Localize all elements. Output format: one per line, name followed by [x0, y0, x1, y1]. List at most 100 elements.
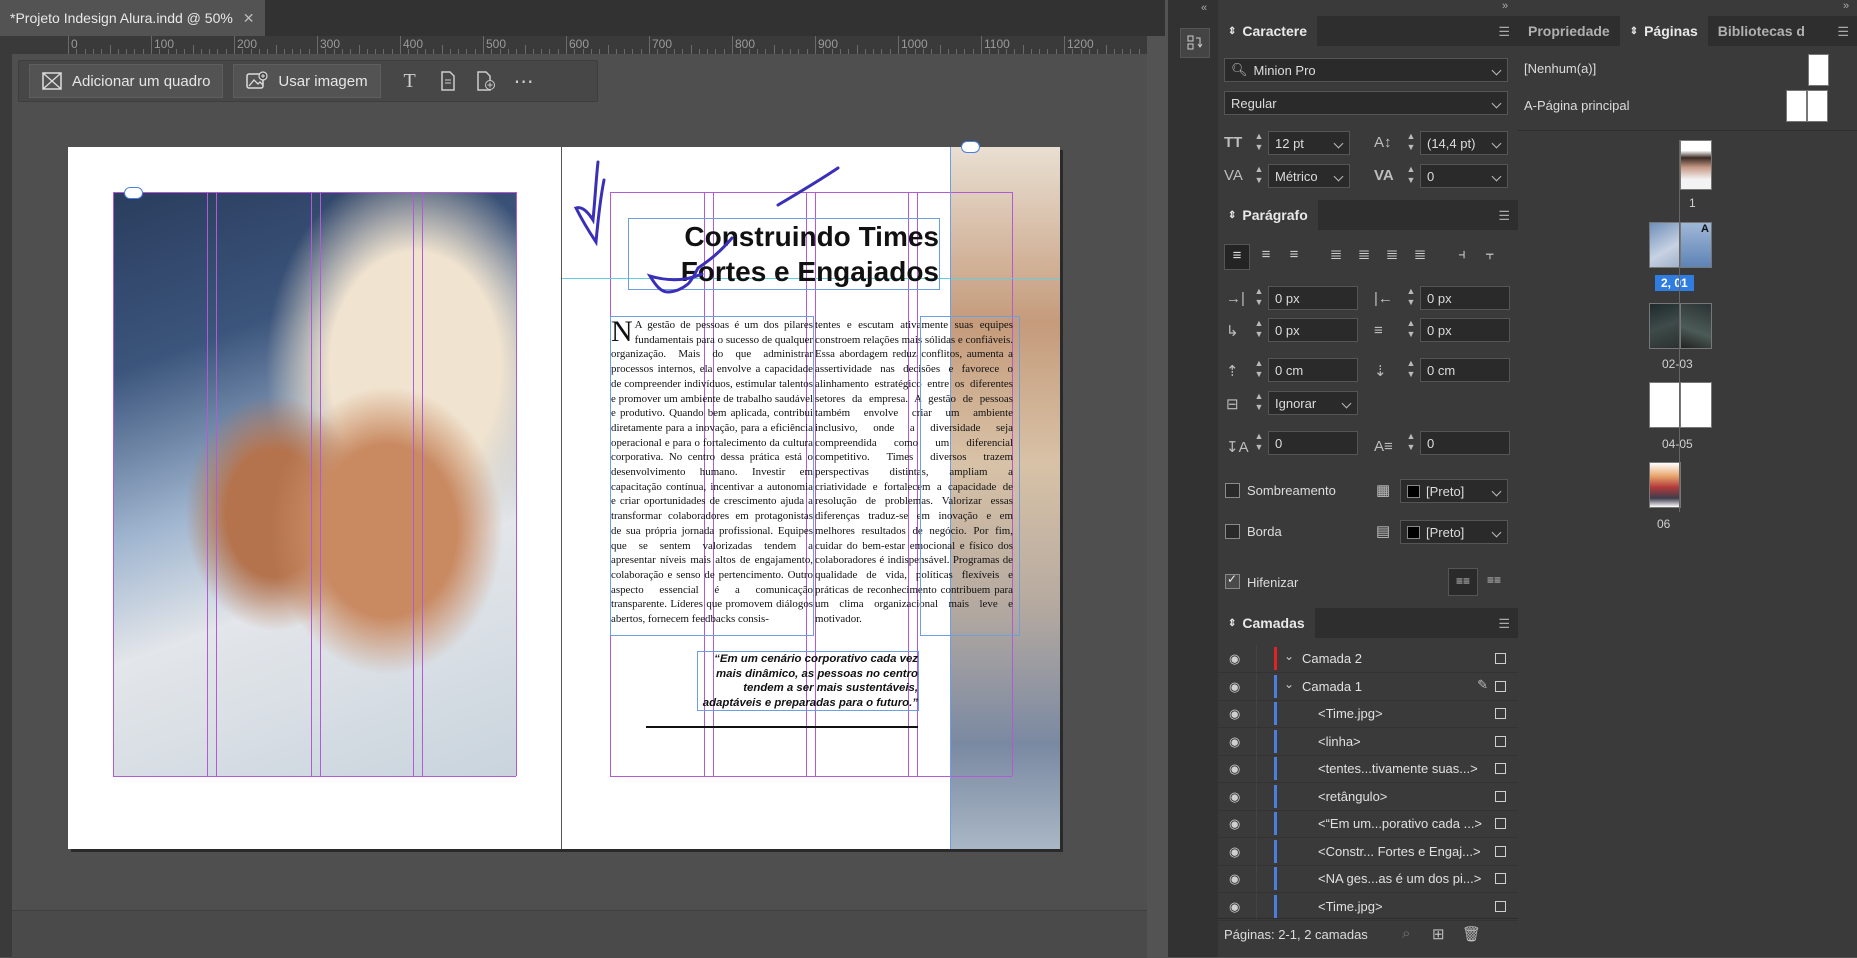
justify-all-icon[interactable]: ≣	[1408, 244, 1432, 268]
panel-menu-icon[interactable]: ☰	[1498, 24, 1510, 40]
page-03-thumb[interactable]	[1680, 303, 1712, 349]
layer-select-square[interactable]	[1495, 845, 1506, 857]
space-after-field[interactable]: 0 cm	[1420, 358, 1510, 382]
layer-select-square[interactable]	[1495, 873, 1506, 884]
camadas-tab[interactable]: ⇕ Camadas	[1218, 608, 1315, 638]
paragrafo-panel-header[interactable]: ⇕ Parágrafo ☰	[1218, 200, 1518, 230]
shading-color-field[interactable]: [Preto]	[1400, 479, 1508, 503]
tab-propriedades[interactable]: Propriedade	[1518, 16, 1620, 46]
vertical-ruler[interactable]	[0, 54, 12, 957]
shading-checkbox[interactable]	[1225, 483, 1240, 498]
camadas-panel-header[interactable]: ⇕ Camadas ☰	[1218, 608, 1518, 638]
drop-cap-chars-field[interactable]: 0	[1420, 431, 1510, 455]
add-page-icon[interactable]	[471, 66, 501, 96]
tab-bibliotecas[interactable]: Bibliotecas d	[1708, 16, 1815, 46]
layer-select-square[interactable]	[1495, 790, 1506, 802]
border-settings-icon[interactable]: ▤	[1376, 522, 1390, 540]
text-tool-icon[interactable]: T	[395, 66, 425, 96]
none-master-thumb[interactable]	[1808, 54, 1829, 86]
caractere-tab[interactable]: ⇕ Caractere	[1218, 16, 1317, 46]
page-04-thumb[interactable]	[1649, 382, 1681, 428]
kerning-stepper[interactable]: ▲ ▼	[1252, 164, 1266, 188]
layer-row[interactable]: ◉ <“Em um...porativo cada ...>	[1218, 810, 1518, 838]
paragraph-composer-icon[interactable]: ≡≡	[1480, 568, 1508, 594]
space-before-stepper[interactable]: ▲ ▼	[1252, 358, 1266, 382]
layer-select-square[interactable]	[1495, 900, 1506, 912]
panel-menu-icon[interactable]: ☰	[1498, 616, 1510, 632]
justify-left-icon[interactable]: ≣	[1324, 244, 1348, 268]
layer-row[interactable]: ◉ ⌄ Camada 1 ✎	[1218, 672, 1518, 701]
visibility-eye-icon[interactable]: ◉	[1229, 734, 1240, 750]
lock-toggle-area[interactable]	[1256, 672, 1257, 700]
lock-toggle-area[interactable]	[1256, 865, 1257, 892]
layer-row[interactable]: ◉ <Time.jpg>	[1218, 700, 1518, 728]
drop-cap-chars-stepper[interactable]: ▲ ▼	[1404, 431, 1418, 455]
first-line-indent-field[interactable]: 0 px	[1268, 318, 1358, 342]
tracking-stepper[interactable]: ▲ ▼	[1404, 164, 1418, 188]
collapse-dock-icon[interactable]: «	[1201, 2, 1207, 14]
tracking-field[interactable]: 0	[1420, 164, 1508, 188]
visibility-eye-icon[interactable]: ◉	[1229, 761, 1240, 777]
drop-cap-lines-field[interactable]: 0	[1268, 431, 1358, 455]
align-center-icon[interactable]: ≡	[1254, 244, 1278, 268]
left-indent-stepper[interactable]: ▲ ▼	[1252, 286, 1266, 310]
lock-toggle-area[interactable]	[1256, 727, 1257, 755]
page-02-thumb[interactable]	[1649, 303, 1681, 349]
font-size-field[interactable]: 12 pt	[1268, 131, 1350, 155]
visibility-eye-icon[interactable]: ◉	[1229, 899, 1240, 915]
page-icon[interactable]	[433, 66, 463, 96]
close-tab-icon[interactable]: ✕	[243, 10, 255, 27]
first-line-indent-stepper[interactable]: ▲ ▼	[1252, 318, 1266, 342]
visibility-eye-icon[interactable]: ◉	[1229, 789, 1240, 805]
layer-row[interactable]: ◉ <tentes...tivamente suas...>	[1218, 755, 1518, 783]
layer-select-square[interactable]	[1495, 680, 1506, 692]
align-to-grid-stepper[interactable]: ▲ ▼	[1252, 391, 1266, 415]
master-thumb-right[interactable]	[1807, 90, 1828, 122]
layer-row[interactable]: ◉ ⌄ Camada 2	[1218, 645, 1518, 673]
layer-select-square[interactable]	[1495, 708, 1506, 719]
page-1-thumb[interactable]	[1680, 140, 1712, 190]
swap-panel-icon[interactable]	[1180, 28, 1210, 58]
font-family-field[interactable]: 🔍︎ Minion Pro	[1224, 58, 1508, 82]
none-master-label[interactable]: [Nenhum(a)]	[1524, 61, 1596, 76]
panel-menu-icon[interactable]: ☰	[1837, 24, 1849, 40]
new-layer-icon[interactable]: ⊞	[1432, 925, 1445, 943]
page-05-thumb[interactable]	[1680, 382, 1712, 428]
layer-row[interactable]: ◉ <Constr... Fortes e Engaj...>	[1218, 837, 1518, 866]
align-left-icon[interactable]: ≡	[1224, 244, 1250, 270]
leading-field[interactable]: (14,4 pt)	[1420, 131, 1508, 155]
kerning-field[interactable]: Métrico	[1268, 164, 1350, 188]
justify-right-icon[interactable]: ≣	[1380, 244, 1404, 268]
lock-toggle-area[interactable]	[1256, 755, 1257, 782]
align-right-icon[interactable]: ≡	[1282, 244, 1306, 268]
visibility-eye-icon[interactable]: ◉	[1229, 871, 1240, 887]
font-size-stepper[interactable]: ▲ ▼	[1252, 131, 1266, 155]
last-line-indent-field[interactable]: 0 px	[1420, 318, 1510, 342]
visibility-eye-icon[interactable]: ◉	[1229, 816, 1240, 832]
border-checkbox[interactable]	[1225, 524, 1240, 539]
lock-toggle-area[interactable]	[1256, 810, 1257, 837]
single-line-composer-icon[interactable]: ≡≡	[1448, 568, 1478, 596]
layer-row[interactable]: ◉ <NA ges...as é um dos pi...>	[1218, 865, 1518, 893]
visibility-eye-icon[interactable]: ◉	[1229, 706, 1240, 722]
caractere-panel-header[interactable]: ⇕ Caractere ☰	[1218, 16, 1518, 46]
layer-row[interactable]: ◉ <linha>	[1218, 727, 1518, 756]
space-after-stepper[interactable]: ▲ ▼	[1404, 358, 1418, 382]
add-frame-button[interactable]: Adicionar um quadro	[29, 64, 224, 98]
chevron-down-icon[interactable]: ⌄	[1284, 677, 1294, 691]
expand-dock-icon[interactable]: »	[1502, 0, 1508, 12]
leading-stepper[interactable]: ▲ ▼	[1404, 131, 1418, 155]
left-indent-field[interactable]: 0 px	[1268, 286, 1358, 310]
page-01-thumb[interactable]: A	[1680, 222, 1712, 268]
layer-select-square[interactable]	[1495, 653, 1506, 664]
layer-row[interactable]: ◉ <Time.jpg>	[1218, 892, 1518, 921]
page-06-thumb[interactable]	[1649, 462, 1681, 508]
horizontal-ruler[interactable]: 0 100 200 300 400 500 600 700 800 900 1000 1100 1200	[0, 36, 1147, 55]
page-2-thumb[interactable]	[1649, 222, 1681, 268]
master-page-label[interactable]: A-Página principal	[1524, 98, 1630, 113]
layer-select-square[interactable]	[1495, 763, 1506, 774]
space-before-field[interactable]: 0 cm	[1268, 358, 1358, 382]
pull-quote-frame[interactable]: “Em um cenário corporativo cada vez mais…	[697, 651, 919, 712]
layer-row[interactable]: ◉ <retângulo>	[1218, 782, 1518, 811]
layer-select-square[interactable]	[1495, 735, 1506, 747]
